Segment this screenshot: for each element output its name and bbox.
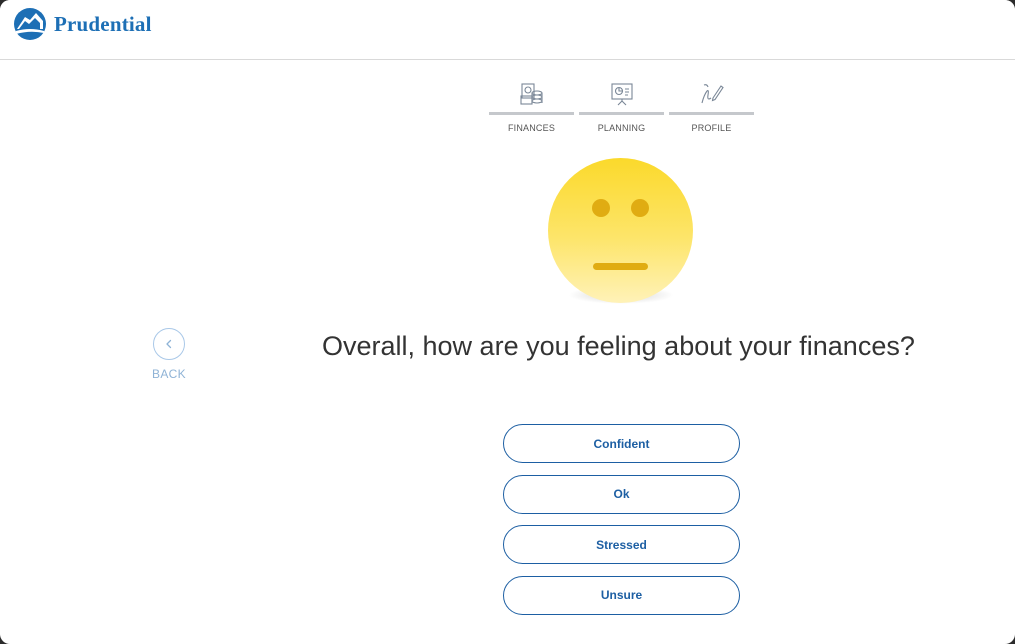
option-stressed-button[interactable]: Stressed [503,525,740,564]
right-eye [631,199,649,217]
money-stack-icon [519,83,543,105]
option-ok-button[interactable]: Ok [503,474,740,514]
mouth [593,263,648,270]
step-bar [489,112,574,115]
step-bar [579,112,664,115]
brand-logo[interactable]: Prudential [13,6,152,42]
option-unsure-button[interactable]: Unsure [503,575,740,615]
app-frame: Prudential FINANCES PLANNING PROFILE BAC… [0,0,1015,644]
back-circle[interactable] [153,328,185,360]
chevron-left-icon [166,339,172,349]
pen-signature-icon [700,84,724,104]
question-heading: Overall, how are you feeling about your … [322,331,915,361]
neutral-face-icon [548,158,694,308]
back-label: BACK [152,367,186,381]
step-label: FINANCES [507,123,556,133]
step-planning: PLANNING [579,78,664,133]
progress-steps: FINANCES PLANNING PROFILE [489,78,754,133]
step-label: PLANNING [597,123,646,133]
step-finances: FINANCES [489,78,574,133]
answer-options: Confident Ok Stressed Unsure [503,424,740,626]
step-bar [669,112,754,115]
step-label: PROFILE [691,123,732,133]
option-confident-button[interactable]: Confident [503,424,740,463]
presentation-board-icon [610,83,633,106]
left-eye [592,199,610,217]
step-profile: PROFILE [669,78,754,133]
face [548,158,693,303]
back-button[interactable]: BACK [150,328,188,381]
rock-of-gibraltar-logo-icon [14,8,46,40]
header: Prudential [0,0,1015,60]
brand-name: Prudential [54,11,152,36]
